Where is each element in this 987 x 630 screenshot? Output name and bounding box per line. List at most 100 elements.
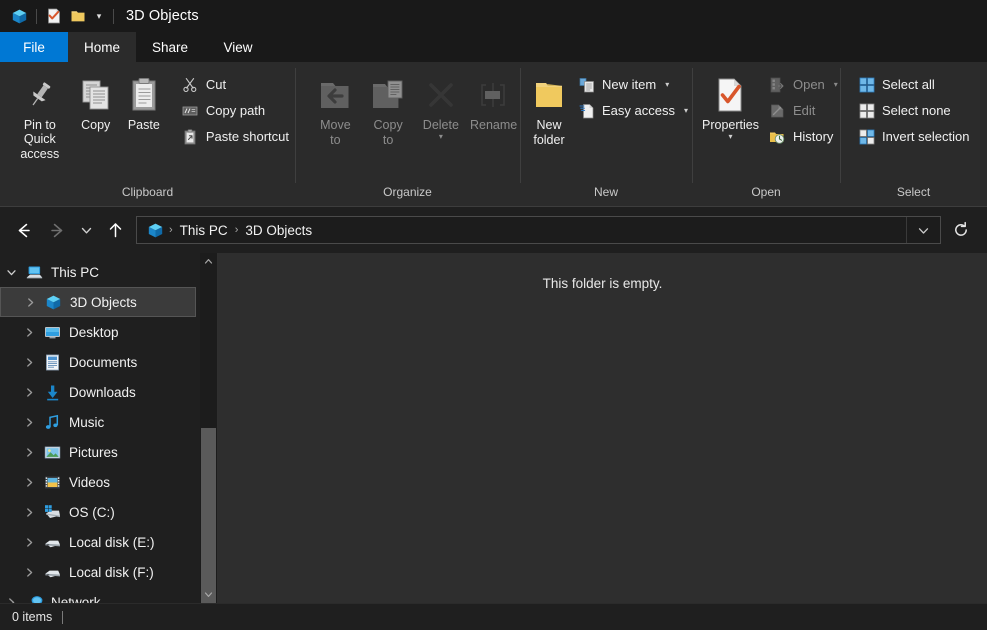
copy-to-button[interactable]: Copy to bbox=[362, 69, 415, 147]
copy-path-label: Copy path bbox=[205, 103, 266, 118]
ribbon-group-clipboard: Pin to Quick access Copy Paste Cut Copy path P… bbox=[0, 62, 295, 207]
3d-objects-icon bbox=[7, 4, 31, 28]
sidebar-item-desktop[interactable]: Desktop bbox=[0, 317, 217, 347]
recent-locations-button[interactable] bbox=[74, 213, 98, 247]
new-item-button[interactable]: New item ▾ bbox=[574, 72, 694, 97]
chevron-right-icon[interactable] bbox=[18, 567, 40, 578]
sidebar-item-music[interactable]: Music bbox=[0, 407, 217, 437]
title-bar: ▾ 3D Objects bbox=[0, 0, 987, 32]
paste-shortcut-icon bbox=[182, 128, 199, 145]
history-button[interactable]: History bbox=[765, 124, 844, 149]
quick-access-toolbar: ▾ bbox=[7, 4, 119, 28]
rename-label: Rename bbox=[470, 118, 518, 132]
delete-button[interactable]: Delete ▾ bbox=[415, 69, 468, 141]
properties-button[interactable]: Properties ▾ bbox=[702, 69, 759, 141]
chevron-right-icon[interactable] bbox=[18, 477, 40, 488]
move-to-label-line2: to bbox=[330, 133, 341, 147]
select-none-button[interactable]: Select none bbox=[854, 98, 975, 123]
scissors-icon bbox=[182, 76, 199, 93]
sidebar-item-label: Network bbox=[51, 594, 101, 604]
easy-access-button[interactable]: Easy access ▾ bbox=[574, 98, 694, 123]
chevron-right-icon[interactable] bbox=[18, 357, 40, 368]
documents-icon bbox=[40, 354, 64, 371]
new-item-dropdown-caret-icon[interactable]: ▾ bbox=[665, 80, 669, 89]
chevron-down-icon[interactable] bbox=[0, 267, 22, 278]
invert-selection-button[interactable]: Invert selection bbox=[854, 124, 975, 149]
sidebar-item-videos[interactable]: Videos bbox=[0, 467, 217, 497]
forward-button[interactable] bbox=[40, 213, 74, 247]
ribbon-group-organize: Move to Copy to Delete ▾ Rename Organize bbox=[295, 62, 520, 207]
customize-quick-access-chevron-icon[interactable]: ▾ bbox=[90, 4, 108, 28]
breadcrumb-separator-icon[interactable]: › bbox=[167, 224, 175, 236]
paste-shortcut-button[interactable]: Paste shortcut bbox=[178, 124, 295, 149]
up-button[interactable] bbox=[98, 213, 132, 247]
navigation-pane: This PC 3D Objects Desktop Documents Downloa… bbox=[0, 253, 218, 603]
music-icon bbox=[40, 414, 64, 431]
breadcrumb-item-2[interactable]: 3D Objects bbox=[240, 223, 317, 238]
status-divider bbox=[62, 610, 64, 624]
explorer-body: This PC 3D Objects Desktop Documents Downloa… bbox=[0, 253, 987, 603]
sidebar-item-this-pc[interactable]: This PC bbox=[0, 257, 217, 287]
new-folder-button[interactable]: New folder bbox=[532, 69, 566, 147]
ribbon-group-select: Select all Select none Invert selection Sel… bbox=[840, 62, 987, 207]
sidebar-item-downloads[interactable]: Downloads bbox=[0, 377, 217, 407]
easy-access-dropdown-caret-icon[interactable]: ▾ bbox=[684, 106, 688, 115]
scroll-down-arrow-icon[interactable] bbox=[200, 586, 217, 603]
move-to-button[interactable]: Move to bbox=[309, 69, 362, 147]
open-icon bbox=[769, 76, 786, 93]
tab-file[interactable]: File bbox=[0, 32, 68, 62]
address-dropdown-chevron-icon[interactable] bbox=[906, 217, 940, 243]
properties-icon[interactable] bbox=[42, 4, 66, 28]
copy-to-icon bbox=[370, 73, 406, 117]
back-button[interactable] bbox=[6, 213, 40, 247]
scroll-up-arrow-icon[interactable] bbox=[200, 253, 217, 270]
chevron-right-icon[interactable] bbox=[18, 447, 40, 458]
sidebar-item-os-c[interactable]: OS (C:) bbox=[0, 497, 217, 527]
delete-dropdown-caret-icon[interactable]: ▾ bbox=[439, 133, 443, 141]
sidebar-item-label: 3D Objects bbox=[70, 294, 137, 310]
rename-button[interactable]: Rename bbox=[467, 69, 520, 132]
tab-share[interactable]: Share bbox=[136, 32, 204, 62]
empty-folder-message: This folder is empty. bbox=[542, 276, 663, 291]
edit-button[interactable]: Edit bbox=[765, 98, 844, 123]
open-dropdown-caret-icon[interactable]: ▾ bbox=[834, 80, 838, 89]
copy-icon bbox=[77, 73, 115, 117]
easy-access-icon bbox=[578, 102, 595, 119]
chevron-right-icon[interactable] bbox=[18, 387, 40, 398]
address-bar[interactable]: › This PC › 3D Objects bbox=[136, 216, 941, 244]
drive-icon bbox=[40, 564, 64, 581]
paste-label: Paste bbox=[127, 118, 160, 132]
tab-view[interactable]: View bbox=[204, 32, 272, 62]
open-button[interactable]: Open ▾ bbox=[765, 72, 844, 97]
sidebar-item-documents[interactable]: Documents bbox=[0, 347, 217, 377]
ribbon-group-select-commands: Select all Select none Invert selection bbox=[854, 69, 975, 149]
pin-to-quick-access-button[interactable]: Pin to Quick access bbox=[8, 69, 72, 161]
chevron-right-icon[interactable] bbox=[18, 507, 40, 518]
sidebar-item-network[interactable]: Network bbox=[0, 587, 217, 603]
sidebar-item-3d-objects[interactable]: 3D Objects bbox=[0, 287, 196, 317]
chevron-right-icon[interactable] bbox=[18, 537, 40, 548]
navigation-pane-scrollbar[interactable] bbox=[200, 253, 217, 603]
sidebar-item-local-disk-f[interactable]: Local disk (F:) bbox=[0, 557, 217, 587]
paste-button[interactable]: Paste bbox=[120, 69, 168, 132]
select-all-button[interactable]: Select all bbox=[854, 72, 975, 97]
properties-dropdown-caret-icon[interactable]: ▾ bbox=[728, 133, 732, 141]
file-list-pane[interactable]: This folder is empty. bbox=[218, 253, 987, 603]
sidebar-item-pictures[interactable]: Pictures bbox=[0, 437, 217, 467]
copy-button[interactable]: Copy bbox=[72, 69, 120, 132]
breadcrumb-separator-icon[interactable]: › bbox=[233, 224, 241, 236]
copy-path-button[interactable]: Copy path bbox=[178, 98, 295, 123]
select-all-icon bbox=[858, 76, 875, 93]
chevron-right-icon[interactable] bbox=[0, 597, 22, 603]
sidebar-item-local-disk-e[interactable]: Local disk (E:) bbox=[0, 527, 217, 557]
chevron-right-icon[interactable] bbox=[18, 327, 40, 338]
chevron-right-icon[interactable] bbox=[19, 297, 41, 308]
breadcrumb-item-1[interactable]: This PC bbox=[175, 223, 233, 238]
chevron-right-icon[interactable] bbox=[18, 417, 40, 428]
new-folder-icon[interactable] bbox=[66, 4, 90, 28]
scrollbar-thumb[interactable] bbox=[201, 428, 216, 603]
breadcrumb-folder-icon bbox=[143, 222, 167, 239]
cut-button[interactable]: Cut bbox=[178, 72, 295, 97]
tab-home[interactable]: Home bbox=[68, 32, 137, 62]
refresh-button[interactable] bbox=[943, 213, 979, 247]
